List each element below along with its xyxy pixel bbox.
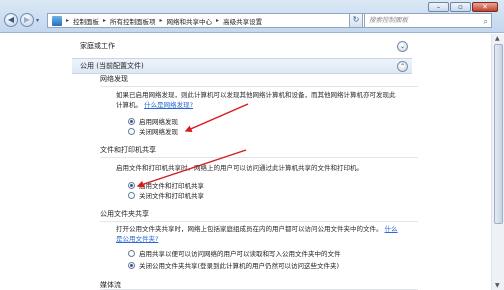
collapse-icon[interactable]: ⌃	[397, 60, 408, 72]
address-bar[interactable]: ▸ 控制面板 ▸ 所有控制面板项 ▸ 网络和共享中心 ▸ 高级共享设置 ▾	[47, 13, 380, 28]
chevron-right-icon[interactable]: ▸	[160, 17, 163, 24]
network-discovery-help-link[interactable]: 什么是网络发现?	[144, 101, 193, 109]
chevron-right-icon[interactable]: ▸	[66, 17, 69, 24]
section-divider	[100, 221, 418, 222]
option-label: 启用文件和打印机共享	[139, 182, 204, 190]
radio-button[interactable]	[128, 181, 135, 189]
option-label: 关闭网络发现	[139, 128, 178, 136]
window-chrome: – ▫ ✕ ◀ ▶ ▾ ▸ 控制面板 ▸ 所有控制面板项 ▸ 网络和共享中心 ▸…	[0, 0, 504, 33]
radio-button[interactable]	[128, 261, 135, 269]
option-label: 关闭公用文件夹共享(登录到此计算机的用户仍然可以访问这些文件夹)	[139, 262, 340, 270]
option-enable-network-discovery[interactable]: 启用网络发现	[128, 116, 178, 126]
search-placeholder: 搜索控制面板	[369, 16, 408, 24]
close-button[interactable]: ✕	[472, 2, 498, 12]
profile-home-work[interactable]: 家庭或工作 ⌄	[72, 38, 412, 54]
vertical-scrollbar[interactable]: ▲ ▼	[491, 34, 504, 290]
search-icon[interactable]: ⌕	[484, 15, 488, 28]
minimize-button[interactable]: –	[428, 2, 449, 12]
maximize-button[interactable]: ▫	[450, 2, 471, 12]
option-disable-public-folder-sharing[interactable]: 关闭公用文件夹共享(登录到此计算机的用户仍然可以访问这些文件夹)	[128, 260, 339, 270]
radio-button[interactable]	[128, 127, 135, 135]
section-divider	[100, 157, 418, 158]
option-enable-file-printer-sharing[interactable]: 启用文件和打印机共享	[128, 180, 204, 190]
radio-button[interactable]	[128, 117, 135, 125]
file-printer-sharing-title: 文件和打印机共享	[100, 146, 156, 154]
radio-button[interactable]	[128, 249, 135, 257]
profile-public-current[interactable]: 公用 (当前配置文件) ⌃	[72, 58, 412, 74]
recent-pages-dropdown[interactable]: ▾	[36, 17, 39, 24]
profile-home-work-label: 家庭或工作	[80, 42, 115, 50]
window-controls: – ▫ ✕	[428, 2, 498, 12]
scroll-down-icon[interactable]: ▼	[495, 282, 500, 289]
option-label: 关闭文件和打印机共享	[139, 192, 204, 200]
section-divider	[100, 86, 418, 87]
refresh-button[interactable]: ↻	[349, 13, 363, 28]
network-discovery-description: 如果已启用网络发现，则此计算机可以发现其他网络计算机和设备，而其他网络计算机亦可…	[116, 90, 401, 110]
control-panel-icon	[52, 15, 62, 26]
expand-icon[interactable]: ⌄	[397, 40, 408, 52]
public-folder-sharing-description: 打开公用文件夹共享时，网络上包括家庭组成员在内的用户都可以访问公用文件夹中的文件…	[116, 224, 401, 244]
scroll-thumb[interactable]	[494, 44, 503, 224]
file-printer-sharing-description: 启用文件和打印机共享时，网络上的用户可以访问通过此计算机共享的文件和打印机。	[116, 164, 363, 172]
option-enable-public-folder-sharing[interactable]: 启用共享以便可以访问网络的用户可以读取和写入公用文件夹中的文件	[128, 248, 341, 258]
option-label: 启用网络发现	[139, 118, 178, 126]
scroll-up-icon[interactable]: ▲	[495, 35, 500, 42]
option-disable-file-printer-sharing[interactable]: 关闭文件和打印机共享	[128, 190, 204, 200]
radio-button[interactable]	[128, 191, 135, 199]
option-disable-network-discovery[interactable]: 关闭网络发现	[128, 126, 178, 136]
breadcrumb-control-panel[interactable]: 控制面板	[73, 16, 99, 26]
public-folder-sharing-title: 公用文件夹共享	[100, 210, 149, 218]
breadcrumb-advanced-sharing[interactable]: 高级共享设置	[223, 16, 262, 26]
back-button[interactable]: ◀	[4, 13, 18, 27]
chevron-right-icon[interactable]: ▸	[216, 17, 219, 24]
profile-public-label: 公用 (当前配置文件)	[80, 62, 144, 70]
public-folder-text: 打开公用文件夹共享时，网络上包括家庭组成员在内的用户都可以访问公用文件夹中的文件…	[116, 225, 383, 233]
settings-content: 家庭或工作 ⌄ 公用 (当前配置文件) ⌃ 网络发现 如果已启用网络发现，则此计…	[0, 34, 491, 290]
breadcrumb-all-items[interactable]: 所有控制面板项	[110, 16, 156, 26]
forward-button[interactable]: ▶	[20, 13, 34, 27]
option-label: 启用共享以便可以访问网络的用户可以读取和写入公用文件夹中的文件	[139, 250, 341, 258]
chevron-right-icon[interactable]: ▸	[103, 17, 106, 24]
search-input[interactable]: 搜索控制面板 ⌕	[364, 13, 492, 28]
breadcrumb-network-sharing-center[interactable]: 网络和共享中心	[167, 16, 213, 26]
network-discovery-title: 网络发现	[100, 75, 128, 83]
